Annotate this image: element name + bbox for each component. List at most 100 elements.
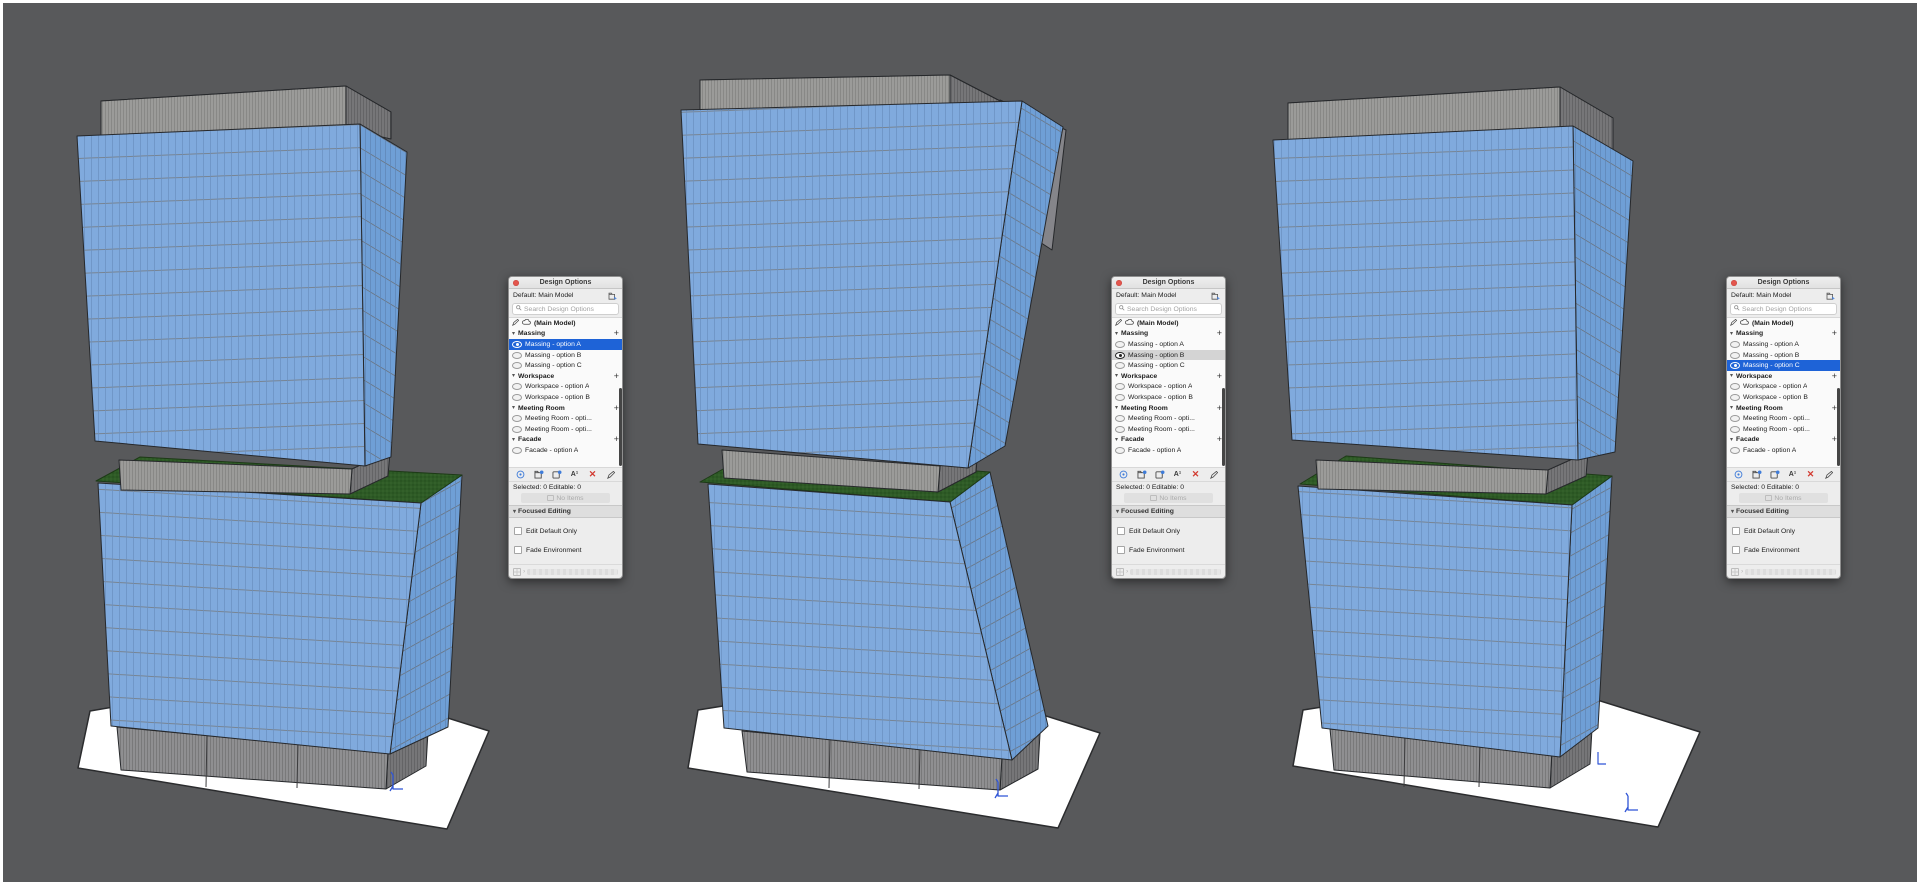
visibility-eye-icon[interactable] — [512, 351, 522, 359]
search-field[interactable]: Search Design Options — [512, 303, 619, 315]
scrollbar-thumb[interactable] — [619, 388, 622, 466]
visibility-icon[interactable] — [1733, 469, 1744, 480]
building-view-option-b[interactable] — [680, 74, 1101, 829]
disclosure-triangle-icon[interactable]: ▾ — [1115, 437, 1118, 443]
new-option-icon[interactable] — [1154, 469, 1165, 480]
option-row[interactable]: Workspace - option A — [509, 382, 622, 393]
new-option-set-icon[interactable] — [1751, 469, 1762, 480]
option-row[interactable]: Meeting Room - opti... — [1727, 424, 1840, 435]
visibility-eye-icon[interactable] — [1730, 351, 1740, 359]
add-option-button[interactable]: + — [1217, 329, 1222, 338]
scrollbar-thumb[interactable] — [1837, 388, 1840, 466]
option-row[interactable]: Massing - option C — [1727, 360, 1840, 371]
visibility-eye-icon[interactable] — [512, 383, 522, 391]
disclosure-triangle-icon[interactable]: ▾ — [1115, 331, 1118, 337]
option-set-row[interactable]: ▾ Massing + — [509, 329, 622, 340]
default-options-icon[interactable] — [1825, 290, 1836, 301]
new-option-set-icon[interactable] — [533, 469, 544, 480]
add-option-button[interactable]: + — [614, 329, 619, 338]
visibility-icon[interactable] — [1118, 469, 1129, 480]
main-model-row[interactable]: (Main Model) — [509, 318, 622, 329]
option-row[interactable]: Massing - option A — [509, 339, 622, 350]
new-option-icon[interactable] — [1769, 469, 1780, 480]
option-set-row[interactable]: ▾ Facade + — [1727, 435, 1840, 446]
option-row[interactable]: Workspace - option A — [1727, 382, 1840, 393]
option-row[interactable]: Meeting Room - opti... — [1112, 413, 1225, 424]
model-viewport[interactable] — [0, 0, 1920, 885]
edit-default-only-checkbox[interactable] — [1732, 527, 1740, 535]
option-row[interactable]: Facade - option A — [509, 445, 622, 456]
option-row[interactable]: Massing - option B — [1727, 350, 1840, 361]
disclosure-triangle-icon[interactable]: ▾ — [1730, 331, 1733, 337]
option-set-row[interactable]: ▾ Massing + — [1112, 329, 1225, 340]
rename-icon[interactable]: A¹ — [1172, 469, 1183, 480]
option-set-row[interactable]: ▾ Massing + — [1727, 329, 1840, 340]
visibility-eye-icon[interactable] — [512, 425, 522, 433]
option-row[interactable]: Meeting Room - opti... — [1112, 424, 1225, 435]
visibility-eye-icon[interactable] — [512, 446, 522, 454]
option-set-row[interactable]: ▾ Facade + — [509, 435, 622, 446]
default-options-icon[interactable] — [607, 290, 618, 301]
option-row[interactable]: Meeting Room - opti... — [1727, 413, 1840, 424]
disclosure-triangle-icon[interactable]: ▾ — [1730, 437, 1733, 443]
visibility-eye-icon[interactable] — [512, 415, 522, 423]
scrollbar-thumb[interactable] — [1222, 388, 1225, 466]
panel-title-bar[interactable]: Design Options — [1727, 277, 1840, 289]
main-model-row[interactable]: (Main Model) — [1727, 318, 1840, 329]
disclosure-triangle-icon[interactable]: ▾ — [1115, 373, 1118, 379]
visibility-eye-icon[interactable] — [1115, 446, 1125, 454]
visibility-eye-icon[interactable] — [512, 393, 522, 401]
option-row[interactable]: Massing - option A — [1112, 339, 1225, 350]
panel-title-bar[interactable]: Design Options — [509, 277, 622, 289]
option-row[interactable]: Massing - option B — [1112, 349, 1225, 361]
visibility-eye-icon[interactable] — [512, 362, 522, 370]
chevron-icon[interactable]: › — [1126, 568, 1128, 575]
visibility-eye-icon[interactable] — [1115, 383, 1125, 391]
option-set-row[interactable]: ▾ Facade + — [1112, 435, 1225, 446]
disclosure-triangle-icon[interactable]: ▾ — [512, 405, 515, 411]
add-option-button[interactable]: + — [614, 371, 619, 381]
add-option-button[interactable]: + — [1832, 371, 1837, 381]
option-set-row[interactable]: ▾ Meeting Room + — [1727, 403, 1840, 414]
option-row[interactable]: Meeting Room - opti... — [509, 413, 622, 424]
building-view-option-c[interactable] — [1272, 86, 1701, 828]
visibility-eye-icon[interactable] — [1730, 425, 1740, 433]
disclosure-triangle-icon[interactable]: ▾ — [512, 437, 515, 443]
default-model-row[interactable]: Default: Main Model — [1112, 289, 1225, 302]
option-row[interactable]: Facade - option A — [1727, 445, 1840, 456]
search-field[interactable]: Search Design Options — [1115, 303, 1222, 315]
option-row[interactable]: Workspace - option B — [1727, 392, 1840, 403]
disclosure-triangle-icon[interactable]: ▾ — [1115, 405, 1118, 411]
building-view-option-a[interactable] — [76, 85, 490, 830]
default-model-row[interactable]: Default: Main Model — [509, 289, 622, 302]
new-option-icon[interactable] — [551, 469, 562, 480]
default-model-row[interactable]: Default: Main Model — [1727, 289, 1840, 302]
fade-slider[interactable] — [527, 568, 618, 575]
option-row[interactable]: Massing - option B — [509, 350, 622, 361]
visibility-eye-icon[interactable] — [512, 340, 522, 348]
disclosure-triangle-icon[interactable]: ▾ — [512, 331, 515, 337]
delete-icon[interactable]: ✕ — [587, 469, 598, 480]
main-model-row[interactable]: (Main Model) — [1112, 318, 1225, 329]
add-option-button[interactable]: + — [1217, 371, 1222, 381]
option-row[interactable]: Facade - option A — [1112, 445, 1225, 456]
visibility-eye-icon[interactable] — [1730, 362, 1740, 370]
delete-icon[interactable]: ✕ — [1805, 469, 1816, 480]
default-options-icon[interactable] — [1210, 290, 1221, 301]
edit-icon[interactable] — [1823, 469, 1834, 480]
focused-editing-header[interactable]: ▾ Focused Editing — [1112, 505, 1225, 518]
option-set-row[interactable]: ▾ Workspace + — [1727, 371, 1840, 382]
disclosure-triangle-icon[interactable]: ▾ — [1730, 373, 1733, 379]
visibility-eye-icon[interactable] — [1115, 340, 1125, 348]
search-field[interactable]: Search Design Options — [1730, 303, 1837, 315]
new-option-set-icon[interactable] — [1136, 469, 1147, 480]
option-set-row[interactable]: ▾ Workspace + — [509, 371, 622, 382]
items-button[interactable]: No Items — [1739, 493, 1828, 503]
visibility-eye-icon[interactable] — [1115, 362, 1125, 370]
option-set-row[interactable]: ▾ Meeting Room + — [509, 403, 622, 414]
visibility-icon[interactable] — [515, 469, 526, 480]
focused-editing-header[interactable]: ▾ Focused Editing — [1727, 505, 1840, 518]
rename-icon[interactable]: A¹ — [1787, 469, 1798, 480]
fade-environment-checkbox[interactable] — [514, 546, 522, 554]
visibility-eye-icon[interactable] — [1115, 425, 1125, 433]
